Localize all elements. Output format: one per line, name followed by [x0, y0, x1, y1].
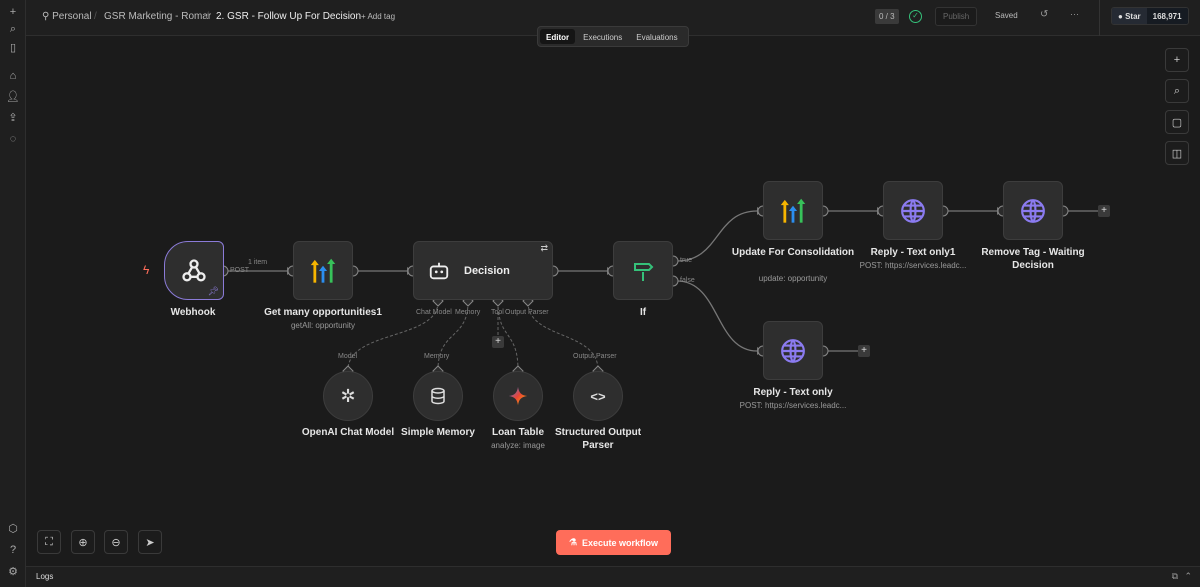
add-node-panel-button[interactable]: +: [1165, 48, 1189, 72]
node-subtitle: getAll: opportunity: [290, 321, 356, 330]
edge-item-count: 1 item: [248, 259, 268, 266]
sticky-note-button[interactable]: ▢: [1165, 110, 1189, 134]
toggle-panel-button[interactable]: ◫: [1165, 141, 1189, 165]
popout-icon[interactable]: ⧉: [1172, 571, 1178, 582]
node-decision-agent[interactable]: Decision ⇄: [413, 241, 553, 300]
globe-icon: [1021, 198, 1045, 223]
trigger-bolt-icon: ϟ: [143, 263, 150, 277]
node-label: Get many opportunities1: [264, 307, 382, 318]
node-simple-memory[interactable]: [413, 371, 463, 421]
highlevel-icon: [780, 198, 806, 223]
port-label: Output Parser: [573, 353, 617, 360]
node-subtitle: POST: https://services.leadc...: [739, 401, 847, 410]
node-label: Reply - Text only: [753, 387, 833, 398]
search-nodes-button[interactable]: ⌕: [1165, 79, 1189, 103]
zoom-in-button[interactable]: ⊕: [71, 530, 95, 554]
true-label: true: [680, 257, 693, 264]
node-if[interactable]: [613, 241, 673, 300]
node-loan-table[interactable]: [493, 371, 543, 421]
globe-icon: [901, 198, 925, 223]
gemini-icon: [508, 386, 528, 406]
node-webhook[interactable]: 📌︎: [164, 241, 224, 300]
node-reply-text-only1[interactable]: [883, 181, 943, 240]
port-label: Memory: [455, 309, 481, 316]
add-tool-button[interactable]: +: [492, 336, 504, 348]
globe-icon: [781, 338, 805, 363]
node-reply-text-only[interactable]: [763, 321, 823, 380]
signpost-icon: [634, 262, 654, 281]
node-label: Remove Tag - Waiting Decision: [981, 247, 1085, 271]
expand-icon[interactable]: ⌃: [1184, 571, 1192, 582]
node-update-for-consolidation[interactable]: [763, 181, 823, 240]
port-label: Chat Model: [416, 309, 452, 316]
robot-icon: [429, 262, 449, 279]
execute-workflow-button[interactable]: ⚗ Execute workflow: [556, 530, 671, 555]
fit-view-button[interactable]: ⛶: [37, 530, 61, 554]
node-label: If: [639, 307, 647, 318]
code-icon: <>: [590, 388, 606, 404]
node-subtitle: POST: https://services.leadc...: [859, 261, 967, 270]
port-label: Model: [338, 353, 358, 360]
flask-icon: ⚗: [568, 537, 578, 547]
zoom-out-button[interactable]: ⊖: [104, 530, 128, 554]
execute-label: Execute workflow: [582, 537, 659, 548]
database-icon: [431, 387, 445, 405]
node-label: Webhook: [170, 307, 216, 318]
node-remove-tag[interactable]: [1003, 181, 1063, 240]
webhook-output-label: POST: [230, 267, 250, 274]
node-openai-chat-model[interactable]: ✲: [323, 371, 373, 421]
add-node-button[interactable]: +: [858, 345, 870, 357]
retry-icon: ⇄: [540, 243, 548, 253]
highlevel-icon: [310, 258, 336, 283]
node-label: Reply - Text only1: [870, 247, 956, 258]
port-label: Memory: [424, 353, 450, 360]
port-label: Tool: [491, 309, 504, 316]
node-label: Update For Consolidation: [731, 247, 855, 258]
node-structured-output-parser[interactable]: <>: [573, 371, 623, 421]
node-label: Structured Output Parser: [554, 427, 642, 451]
pin-icon: 📌︎: [207, 286, 219, 296]
false-label: false: [680, 277, 695, 284]
node-get-many-opportunities[interactable]: [293, 241, 353, 300]
node-subtitle: update: opportunity: [758, 274, 828, 283]
port-label: Output Parser: [505, 309, 549, 316]
tidy-up-button[interactable]: ➤: [138, 530, 162, 554]
logs-label: Logs: [36, 572, 54, 581]
logs-bar[interactable]: Logs ⧉ ⌃: [26, 566, 1200, 587]
node-label: Decision: [464, 264, 510, 277]
webhook-icon: [182, 258, 206, 281]
add-node-button[interactable]: +: [1098, 205, 1110, 217]
openai-icon: ✲: [340, 385, 356, 406]
